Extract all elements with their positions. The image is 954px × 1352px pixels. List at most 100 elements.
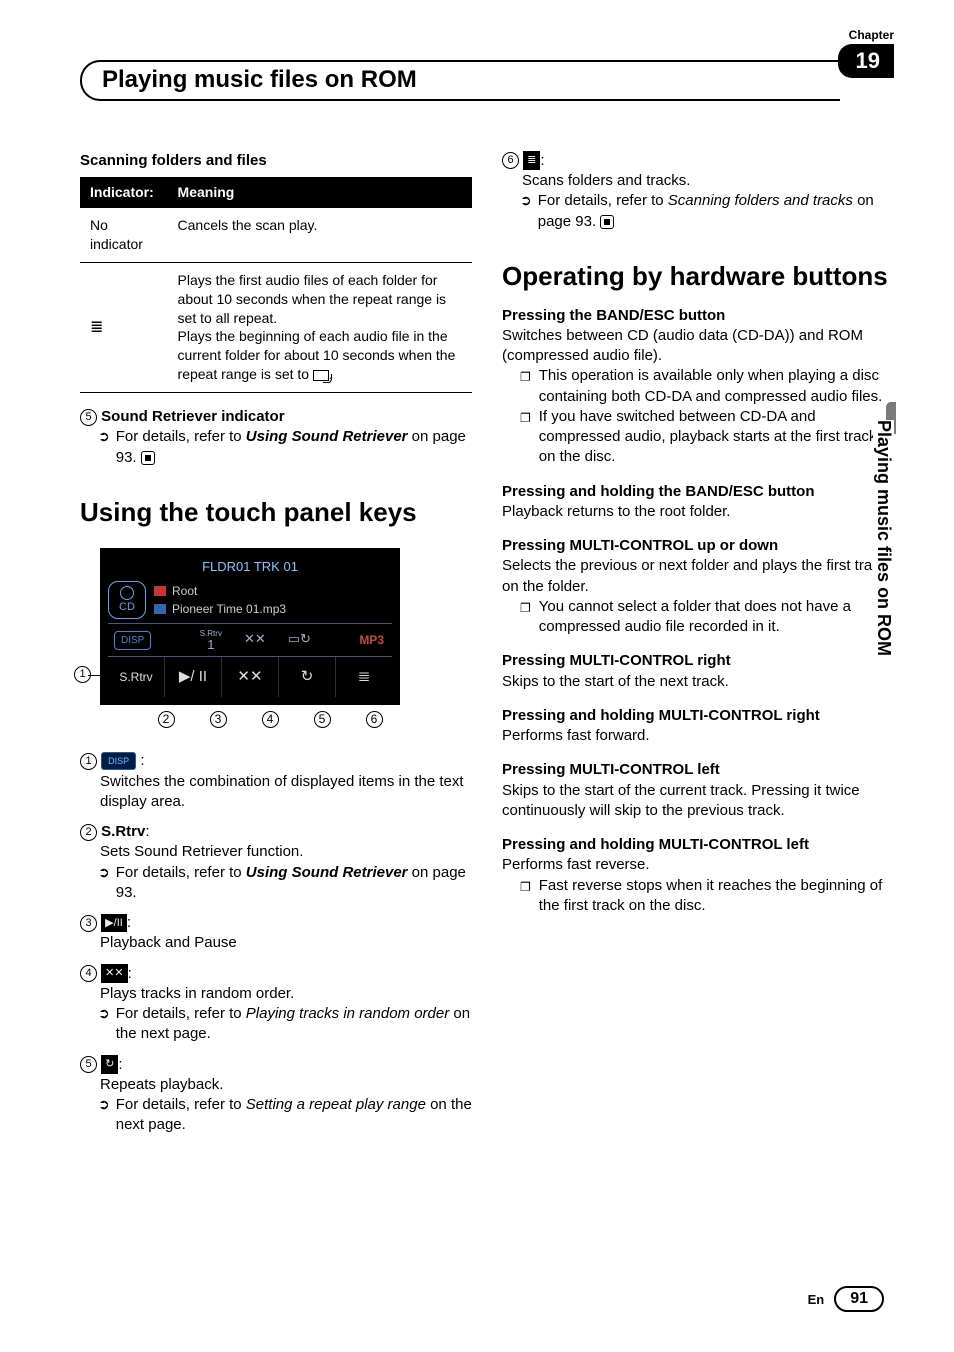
fig-callout-5: 5 <box>314 711 331 728</box>
ref-arrow-icon <box>520 191 532 232</box>
action-mc-left: Pressing MULTI-CONTROL left <box>502 760 894 780</box>
section-hardware-buttons: Operating by hardware buttons <box>502 262 894 292</box>
touch-2-num: 2 <box>80 824 97 841</box>
action-hold-mc-right: Pressing and holding MULTI-CONTROL right <box>502 706 894 726</box>
repeat-range-ind-icon: ▭↻ <box>288 630 311 651</box>
shuffle-button[interactable]: ✕✕ <box>222 657 279 697</box>
page-title: Playing music files on ROM <box>80 60 840 101</box>
fig-callout-3: 3 <box>210 711 227 728</box>
play-pause-icon: ▶/II <box>101 914 127 933</box>
touch-1-body: Switches the combination of displayed it… <box>80 772 472 813</box>
touch-4-ref: For details, refer to Playing tracks in … <box>116 1004 472 1045</box>
section-touch-panel: Using the touch panel keys <box>80 498 472 528</box>
disp-button[interactable]: DISP <box>114 631 151 651</box>
touch-5-ref: For details, refer to Setting a repeat p… <box>116 1095 472 1136</box>
ref-arrow-icon <box>98 427 110 468</box>
touch-4-num: 4 <box>80 965 97 982</box>
touch-6-num: 6 <box>502 152 519 169</box>
device-track: FLDR01 TRK 01 <box>108 556 392 578</box>
th-meaning: Meaning <box>168 177 472 208</box>
note: Fast reverse stops when it reaches the b… <box>502 876 894 917</box>
action-mc-right: Pressing MULTI-CONTROL right <box>502 651 894 671</box>
touch-2-body: Sets Sound Retriever function. <box>80 842 472 862</box>
action-hold-band-esc: Pressing and holding the BAND/ESC button <box>502 482 894 502</box>
action-band-esc: Pressing the BAND/ESC button <box>502 306 894 326</box>
device-file: Pioneer Time 01.mp3 <box>172 601 286 617</box>
ref-text: For details, refer to Using Sound Retrie… <box>116 427 472 468</box>
right-column: 6 ≣: Scans folders and tracks. For detai… <box>502 151 894 1146</box>
repeat-icon: ↻ <box>101 1055 118 1074</box>
repeat-button[interactable]: ↻ <box>279 657 336 697</box>
touch-2-ref: For details, refer to Using Sound Retrie… <box>116 863 472 904</box>
end-mark-icon <box>141 451 155 465</box>
fig-callout-2: 2 <box>158 711 175 728</box>
note: This operation is available only when pl… <box>502 366 894 407</box>
action-band-esc-body: Switches between CD (audio data (CD-DA))… <box>502 326 894 367</box>
touch-5-body: Repeats playback. <box>80 1075 472 1095</box>
action-hold-mc-right-body: Performs fast forward. <box>502 726 894 746</box>
end-mark-icon <box>600 215 614 229</box>
device-screen: FLDR01 TRK 01 CD Root Pioneer Time 01.mp… <box>100 548 400 706</box>
left-column: Scanning folders and files Indicator: Me… <box>80 151 472 1146</box>
touch-5-num: 5 <box>80 1056 97 1073</box>
ref-link[interactable]: Scanning folders and tracks <box>668 192 853 209</box>
shuffle-icon: ✕✕ <box>101 964 127 983</box>
note: You cannot select a folder that does not… <box>502 597 894 638</box>
cell-cancel: Cancels the scan play. <box>168 208 472 262</box>
fig-callout-6: 6 <box>366 711 383 728</box>
touch-3-num: 3 <box>80 915 97 932</box>
action-mc-updown: Pressing MULTI-CONTROL up or down <box>502 536 894 556</box>
touch-4-body: Plays tracks in random order. <box>80 984 472 1004</box>
scan-desc-a: Plays the first audio files of each fold… <box>178 272 447 326</box>
folder-icon <box>154 586 166 596</box>
sound-retriever-indicator-label: Sound Retriever indicator <box>101 408 284 425</box>
touch-6-ref: For details, refer to Scanning folders a… <box>538 191 894 232</box>
scan-table: Indicator: Meaning No indicator Cancels … <box>80 177 472 393</box>
footer-lang: En <box>808 1292 825 1307</box>
list-button[interactable]: ≣ <box>336 657 392 697</box>
ref-link[interactable]: Playing tracks in random order <box>246 1005 449 1022</box>
ref-arrow-icon <box>98 863 110 904</box>
action-mc-updown-body: Selects the previous or next folder and … <box>502 556 894 597</box>
cd-icon: CD <box>108 581 146 619</box>
ref-arrow-icon <box>98 1004 110 1045</box>
note: If you have switched between CD-DA and c… <box>502 407 894 468</box>
cell-no-indicator: No indicator <box>80 208 168 262</box>
cell-list-icon: ≣ <box>80 262 168 392</box>
table-row: ≣ Plays the first audio files of each fo… <box>80 262 472 392</box>
list-icon: ≣ <box>523 151 540 170</box>
action-hold-band-esc-body: Playback returns to the root folder. <box>502 502 894 522</box>
scanning-heading: Scanning folders and files <box>80 151 472 171</box>
touch-3-body: Playback and Pause <box>80 933 472 953</box>
callout-5: 5 <box>80 409 97 426</box>
srtrv-button[interactable]: S.Rtrv <box>108 657 165 697</box>
ref-link[interactable]: Using Sound Retriever <box>246 864 408 881</box>
side-tab-label: Playing music files on ROM <box>873 420 894 656</box>
shuffle-ind-icon: ✕✕ <box>244 630 266 651</box>
cell-play-desc: Plays the first audio files of each fold… <box>168 262 472 392</box>
touch-2-label: S.Rtrv <box>101 823 145 840</box>
list-icon: ≣ <box>90 319 103 336</box>
ref-arrow-icon <box>98 1095 110 1136</box>
device-figure: 1 FLDR01 TRK 01 CD Root Pioneer Time 01.… <box>100 548 472 732</box>
touch-6-body: Scans folders and tracks. <box>502 171 894 191</box>
repeat-range-icon <box>313 370 329 381</box>
folder-icon <box>154 604 166 614</box>
action-hold-mc-left-body: Performs fast reverse. <box>502 855 894 875</box>
srtrv-ind-num: 1 <box>207 638 214 651</box>
action-mc-right-body: Skips to the start of the next track. <box>502 672 894 692</box>
mp3-indicator: MP3 <box>359 632 384 648</box>
touch-1-num: 1 <box>80 753 97 770</box>
ref-link[interactable]: Using Sound Retriever <box>246 428 408 445</box>
play-pause-button[interactable]: ▶/ II <box>165 657 222 697</box>
action-mc-left-body: Skips to the start of the current track.… <box>502 781 894 822</box>
th-indicator: Indicator: <box>80 177 168 208</box>
action-hold-mc-left: Pressing and holding MULTI-CONTROL left <box>502 835 894 855</box>
ref-link[interactable]: Setting a repeat play range <box>246 1096 426 1113</box>
fig-callout-4: 4 <box>262 711 279 728</box>
chapter-number-badge: 19 <box>838 44 894 78</box>
chapter-label: Chapter <box>838 28 894 42</box>
device-root: Root <box>172 583 197 599</box>
footer-page-number: 91 <box>834 1286 884 1312</box>
table-row: No indicator Cancels the scan play. <box>80 208 472 262</box>
